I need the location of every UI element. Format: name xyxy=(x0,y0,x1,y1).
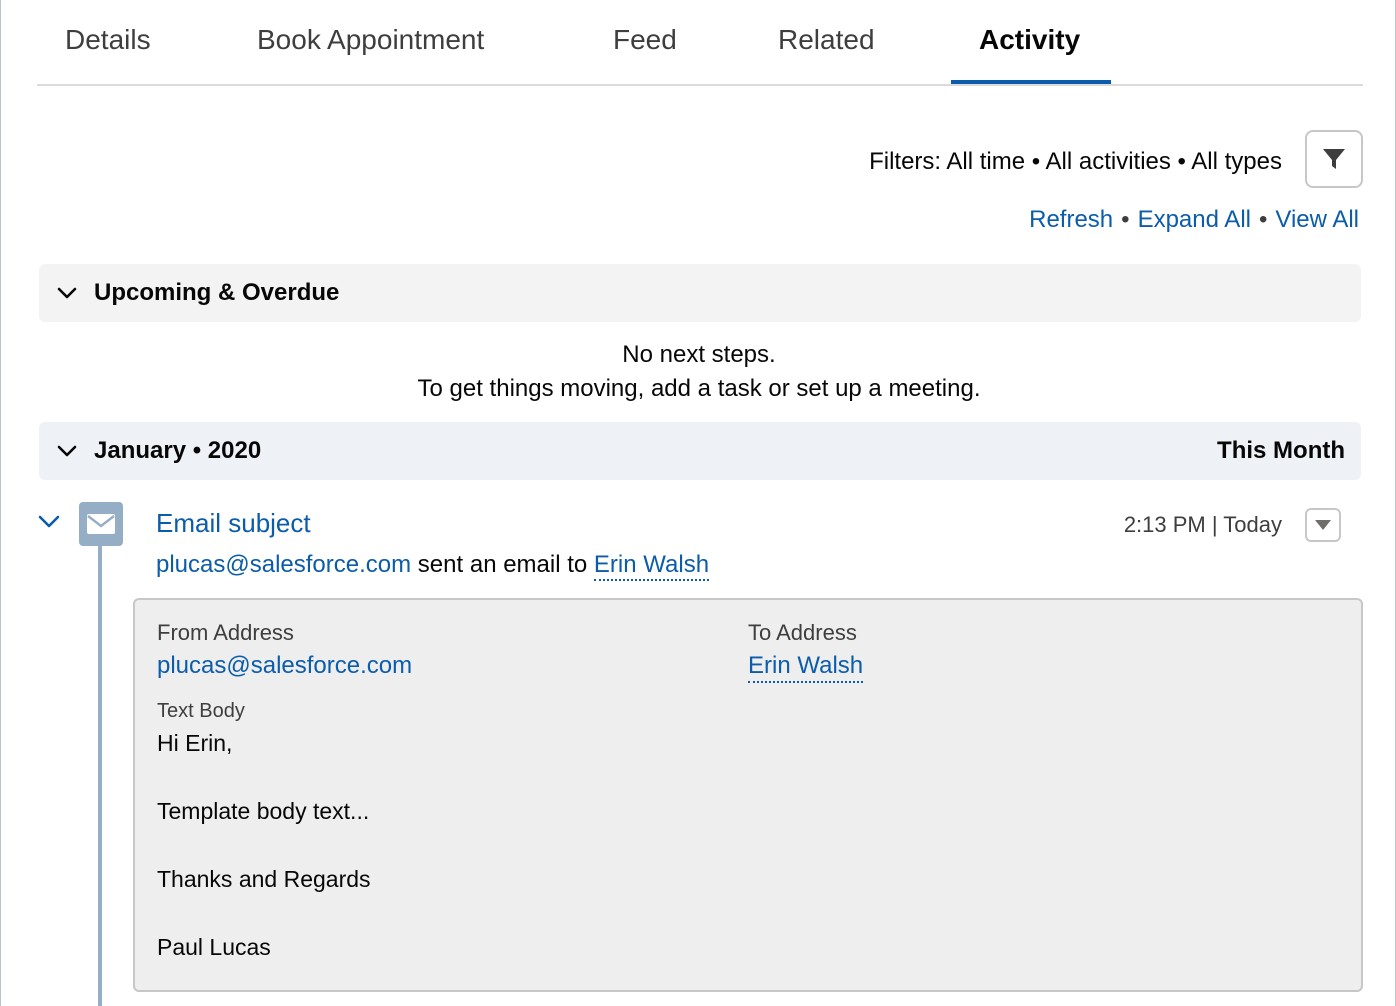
chevron-down-icon[interactable] xyxy=(55,439,79,463)
tab-bar: Details Book Appointment Feed Related Ac… xyxy=(37,0,1363,86)
timeline-line xyxy=(98,546,102,1006)
from-address-link[interactable]: plucas@salesforce.com xyxy=(157,652,412,680)
activity-actions: Refresh • Expand All • View All xyxy=(1029,206,1359,234)
upcoming-overdue-section[interactable]: Upcoming & Overdue xyxy=(39,264,1361,322)
tab-related[interactable]: Related xyxy=(778,24,875,56)
chevron-down-icon[interactable] xyxy=(37,510,61,534)
body-line: Hi Erin, xyxy=(157,730,233,756)
text-body-label: Text Body xyxy=(157,700,245,722)
recipient-link[interactable]: Erin Walsh xyxy=(593,551,710,581)
email-subject-link[interactable]: Email subject xyxy=(156,508,311,539)
sender-link[interactable]: plucas@salesforce.com xyxy=(156,551,411,578)
section-title: January • 2020 xyxy=(94,437,262,464)
body-line: Paul Lucas xyxy=(157,934,271,960)
month-section[interactable]: January • 2020 This Month xyxy=(39,422,1361,480)
separator: • xyxy=(1121,206,1130,233)
from-address-label: From Address xyxy=(157,620,294,645)
sent-text: sent an email to xyxy=(411,551,594,578)
refresh-link[interactable]: Refresh xyxy=(1029,206,1113,233)
active-tab-indicator xyxy=(951,80,1111,84)
tab-feed[interactable]: Feed xyxy=(613,24,677,56)
chevron-down-icon[interactable] xyxy=(55,281,79,305)
email-summary: plucas@salesforce.com sent an email to E… xyxy=(156,551,710,581)
body-line: Thanks and Regards xyxy=(157,866,371,892)
empty-state-message: To get things moving, add a task or set … xyxy=(417,375,981,402)
filters-summary: Filters: All time • All activities • All… xyxy=(869,148,1282,175)
body-line: Template body text... xyxy=(157,798,370,824)
email-details-box: From Address plucas@salesforce.com To Ad… xyxy=(133,598,1363,992)
section-period-label: This Month xyxy=(1217,437,1345,464)
email-timestamp: 2:13 PM | Today xyxy=(1123,512,1282,537)
email-icon xyxy=(79,502,123,546)
separator: • xyxy=(1258,206,1268,233)
item-menu-button[interactable] xyxy=(1305,508,1341,542)
activity-panel: Details Book Appointment Feed Related Ac… xyxy=(0,0,1396,1006)
tab-activity[interactable]: Activity xyxy=(979,24,1080,56)
expand-all-link[interactable]: Expand All xyxy=(1138,206,1251,233)
empty-state-title: No next steps. xyxy=(622,341,776,368)
tab-details[interactable]: Details xyxy=(65,24,151,56)
caret-down-icon xyxy=(1315,520,1331,530)
to-address-label: To Address xyxy=(748,620,857,645)
filter-icon xyxy=(1323,149,1345,169)
filter-button[interactable] xyxy=(1305,130,1363,188)
view-all-link[interactable]: View All xyxy=(1275,206,1359,233)
to-address-link[interactable]: Erin Walsh xyxy=(748,652,864,683)
section-title: Upcoming & Overdue xyxy=(94,279,340,306)
tab-book-appointment[interactable]: Book Appointment xyxy=(257,24,484,56)
